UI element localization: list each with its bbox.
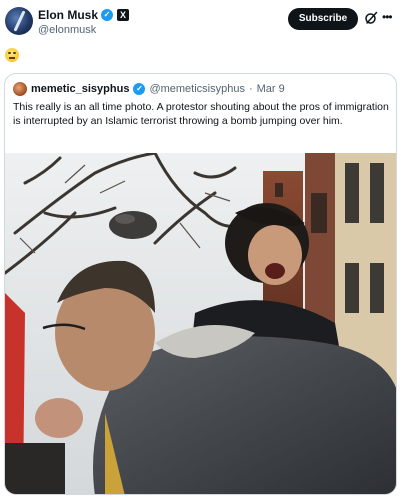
quoted-author-name[interactable]: memetic_sisyphus	[31, 83, 129, 95]
quoted-post-header: memetic_sisyphus ✓ @memeticsisyphus · Ma…	[13, 82, 285, 96]
author-handle[interactable]: @elonmusk	[38, 24, 96, 36]
author-name[interactable]: Elon Musk	[38, 8, 98, 22]
grok-icon[interactable]	[364, 11, 378, 25]
quoted-verified-badge-icon: ✓	[133, 83, 146, 95]
quoted-author-avatar[interactable]	[13, 82, 27, 96]
quoted-author-handle[interactable]: @memeticsisyphus	[149, 83, 245, 95]
quoted-post-photo[interactable]	[5, 153, 397, 495]
quoted-post-text: This really is an all time photo. A prot…	[13, 101, 389, 127]
more-options-icon[interactable]: •••	[382, 10, 393, 24]
post-header: Elon Musk ✓ X @elonmusk Subscribe •••	[0, 0, 401, 44]
quoted-post-date[interactable]: Mar 9	[257, 83, 285, 95]
author-name-row: Elon Musk ✓ X	[38, 8, 130, 22]
subscribe-button[interactable]: Subscribe	[288, 8, 358, 30]
post-emoji	[5, 48, 19, 62]
quoted-post[interactable]: memetic_sisyphus ✓ @memeticsisyphus · Ma…	[4, 73, 397, 495]
x-affiliate-icon[interactable]: X	[117, 9, 130, 21]
meta-separator: ·	[248, 83, 253, 95]
verified-badge-icon[interactable]: ✓	[101, 9, 114, 21]
author-avatar[interactable]	[5, 7, 33, 35]
